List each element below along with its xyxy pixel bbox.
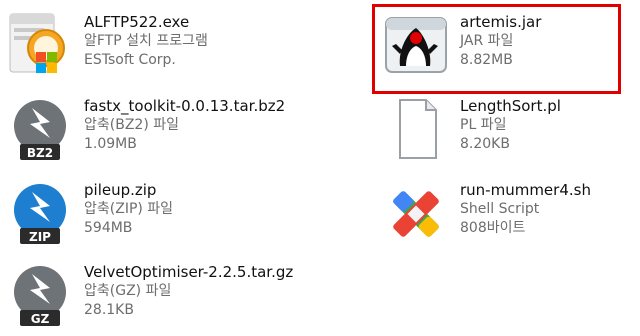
java-jar-icon [382, 8, 450, 80]
bz2-badge: BZ2 [27, 146, 53, 160]
file-detail: 1.09MB [84, 136, 137, 152]
file-item-lengthsort[interactable]: LengthSort.pl PL 파일 8.20KB [382, 92, 561, 170]
file-detail: ESTsoft Corp. [84, 52, 176, 68]
file-type: 알FTP 설치 프로그램 [84, 33, 208, 49]
file-item-pileup[interactable]: ZIP pileup.zip 압축(ZIP) 파일 594MB [6, 176, 173, 254]
file-item-alftp[interactable]: ALFTP522.exe 알FTP 설치 프로그램 ESTsoft Corp. [6, 8, 208, 86]
zip-badge: ZIP [29, 230, 51, 244]
file-type: PL 파일 [460, 117, 507, 133]
file-type: 압축(ZIP) 파일 [84, 201, 174, 217]
file-name: VelvetOptimiser-2.2.5.tar.gz [84, 263, 294, 281]
file-name: run-mummer4.sh [460, 181, 591, 199]
file-detail: 8.82MB [460, 52, 513, 68]
blank-document-icon [382, 92, 450, 164]
file-name: LengthSort.pl [460, 97, 561, 115]
file-detail: 8.20KB [460, 136, 510, 152]
file-name: ALFTP522.exe [84, 13, 190, 31]
installer-icon [6, 8, 74, 80]
file-type: Shell Script [460, 201, 540, 217]
shell-script-icon [382, 176, 450, 248]
file-name: pileup.zip [84, 181, 157, 199]
file-detail: 28.1KB [84, 302, 134, 318]
gz-badge: GZ [31, 312, 50, 326]
zip-archive-icon: ZIP [6, 176, 74, 248]
file-type: 압축(GZ) 파일 [84, 283, 172, 299]
file-name: fastx_toolkit-0.0.13.tar.bz2 [84, 97, 286, 115]
file-detail: 808바이트 [460, 220, 526, 236]
file-item-fastx-toolkit[interactable]: BZ2 fastx_toolkit-0.0.13.tar.bz2 압축(BZ2)… [6, 92, 285, 170]
file-name: artemis.jar [460, 13, 542, 31]
file-item-velvetoptimiser[interactable]: GZ VelvetOptimiser-2.2.5.tar.gz 압축(GZ) 파… [6, 258, 293, 336]
bz2-archive-icon: BZ2 [6, 92, 74, 164]
file-detail: 594MB [84, 220, 133, 236]
file-item-run-mummer4[interactable]: run-mummer4.sh Shell Script 808바이트 [382, 176, 591, 254]
gz-archive-icon: GZ [6, 258, 74, 330]
file-item-artemis[interactable]: artemis.jar JAR 파일 8.82MB [382, 8, 541, 86]
file-type: JAR 파일 [460, 33, 514, 49]
file-type: 압축(BZ2) 파일 [84, 117, 179, 133]
